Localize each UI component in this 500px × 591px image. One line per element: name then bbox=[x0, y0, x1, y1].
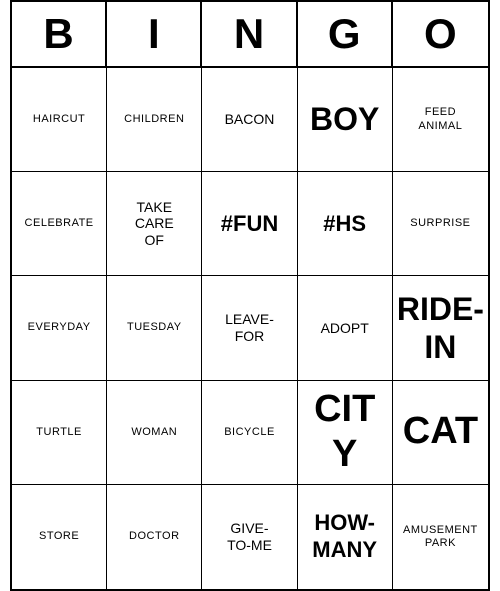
bingo-cell: BACON bbox=[202, 68, 297, 172]
cell-text: TUESDAY bbox=[127, 321, 182, 334]
bingo-cell: BOY bbox=[298, 68, 393, 172]
bingo-cell: WOMAN bbox=[107, 381, 202, 485]
cell-text: ADOPT bbox=[321, 320, 369, 337]
cell-text: CHILDREN bbox=[124, 113, 184, 126]
bingo-cell: AMUSEMENTPARK bbox=[393, 485, 488, 589]
cell-text: BACON bbox=[225, 111, 275, 128]
bingo-cell: CELEBRATE bbox=[12, 172, 107, 276]
cell-text: DOCTOR bbox=[129, 530, 179, 543]
cell-text: STORE bbox=[39, 530, 79, 543]
bingo-grid: HAIRCUT CHILDREN BACON BOY FEEDANIMAL CELEBRA… bbox=[12, 68, 488, 589]
bingo-cell: HOW-MANY bbox=[298, 485, 393, 589]
cell-text: TAKECAREOF bbox=[135, 199, 174, 249]
bingo-cell: CITY bbox=[298, 381, 393, 485]
bingo-cell: HAIRCUT bbox=[12, 68, 107, 172]
cell-text: GIVE-TO-ME bbox=[227, 520, 272, 554]
bingo-cell: FEEDANIMAL bbox=[393, 68, 488, 172]
cell-text: CITY bbox=[302, 387, 388, 478]
cell-text: CAT bbox=[403, 409, 478, 455]
header-letter: G bbox=[298, 2, 393, 66]
cell-text: RIDE-IN bbox=[397, 290, 484, 367]
cell-text: #HS bbox=[323, 211, 366, 237]
header-letter: I bbox=[107, 2, 202, 66]
bingo-cell: SURPRISE bbox=[393, 172, 488, 276]
bingo-card: BINGO HAIRCUT CHILDREN BACON BOY FEEDANIMAL C… bbox=[10, 0, 490, 591]
header-letter: B bbox=[12, 2, 107, 66]
bingo-cell: EVERYDAY bbox=[12, 276, 107, 380]
cell-text: HOW-MANY bbox=[312, 510, 377, 563]
header-letter: N bbox=[202, 2, 297, 66]
cell-text: AMUSEMENTPARK bbox=[403, 524, 478, 550]
bingo-cell: TAKECAREOF bbox=[107, 172, 202, 276]
cell-text: SURPRISE bbox=[410, 217, 470, 230]
cell-text: FEEDANIMAL bbox=[418, 106, 462, 132]
header-letter: O bbox=[393, 2, 488, 66]
bingo-cell: #HS bbox=[298, 172, 393, 276]
cell-text: HAIRCUT bbox=[33, 113, 85, 126]
bingo-cell: LEAVE-FOR bbox=[202, 276, 297, 380]
cell-text: WOMAN bbox=[131, 426, 177, 439]
cell-text: TURTLE bbox=[36, 426, 82, 439]
cell-text: BOY bbox=[310, 100, 379, 138]
bingo-cell: BICYCLE bbox=[202, 381, 297, 485]
bingo-cell: GIVE-TO-ME bbox=[202, 485, 297, 589]
cell-text: EVERYDAY bbox=[28, 321, 91, 334]
bingo-cell: CAT bbox=[393, 381, 488, 485]
bingo-cell: #FUN bbox=[202, 172, 297, 276]
cell-text: LEAVE-FOR bbox=[225, 311, 274, 345]
bingo-header: BINGO bbox=[12, 2, 488, 68]
bingo-cell: RIDE-IN bbox=[393, 276, 488, 380]
bingo-cell: DOCTOR bbox=[107, 485, 202, 589]
cell-text: BICYCLE bbox=[224, 426, 275, 439]
bingo-cell: ADOPT bbox=[298, 276, 393, 380]
cell-text: #FUN bbox=[221, 211, 278, 237]
bingo-cell: STORE bbox=[12, 485, 107, 589]
bingo-cell: TURTLE bbox=[12, 381, 107, 485]
bingo-cell: CHILDREN bbox=[107, 68, 202, 172]
cell-text: CELEBRATE bbox=[25, 217, 94, 230]
bingo-cell: TUESDAY bbox=[107, 276, 202, 380]
